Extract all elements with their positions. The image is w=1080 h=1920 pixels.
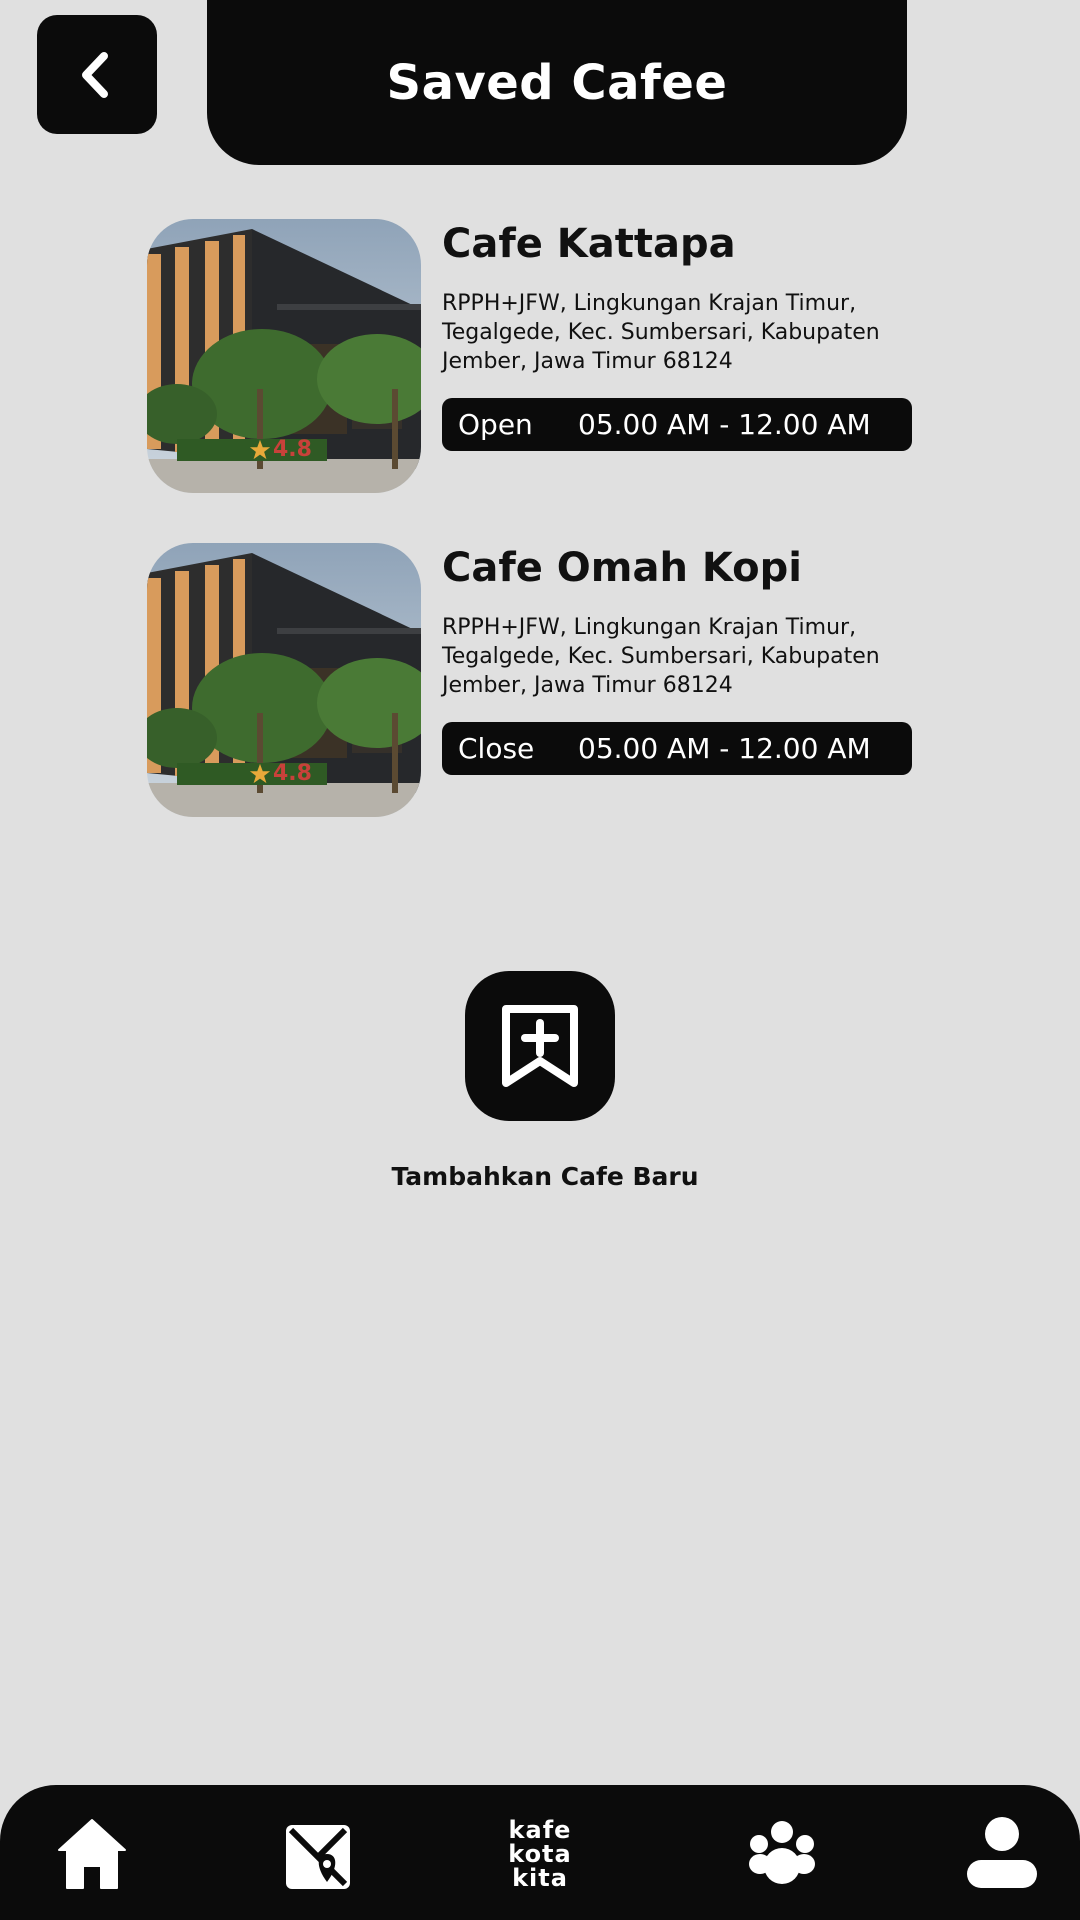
community-icon xyxy=(749,1821,815,1884)
rating-value: 4.8 xyxy=(273,761,312,786)
add-cafe-label: Tambahkan Cafe Baru xyxy=(391,1162,699,1191)
hours-range: 05.00 AM - 12.00 AM xyxy=(578,732,871,765)
nav-logo[interactable]: kafe kota kita xyxy=(500,1809,580,1899)
chevron-left-icon xyxy=(82,51,108,98)
profile-icon xyxy=(967,1817,1037,1888)
home-icon xyxy=(58,1819,126,1889)
back-button[interactable] xyxy=(37,15,157,134)
cafe-card[interactable]: 4.8 Cafe Omah Kopi RPPH+JFW, Lingkungan … xyxy=(147,543,917,818)
cafe-photo: 4.8 xyxy=(147,219,421,493)
nav-map[interactable] xyxy=(280,1819,356,1895)
cafe-name: Cafe Kattapa xyxy=(442,221,736,267)
nav-community[interactable] xyxy=(740,1813,824,1893)
add-cafe-button[interactable] xyxy=(465,971,615,1121)
cafe-photo: 4.8 xyxy=(147,543,421,817)
bookmark-plus-icon xyxy=(502,1005,578,1087)
open-status: Open xyxy=(458,408,533,441)
kafe-kota-kita-logo: kafe kota kita xyxy=(508,1816,572,1892)
nav-home[interactable] xyxy=(52,1813,132,1893)
star-icon xyxy=(249,439,271,459)
cafe-address: RPPH+JFW, Lingkungan Krajan Timur, Tegal… xyxy=(442,615,880,698)
star-icon xyxy=(249,763,271,783)
header-bar: Saved Cafee xyxy=(207,0,907,165)
nav-profile[interactable] xyxy=(962,1813,1042,1893)
bottom-navigation: kafe kota kita xyxy=(0,1785,1080,1920)
rating-value: 4.8 xyxy=(273,437,312,462)
cafe-rating: 4.8 xyxy=(249,761,312,786)
hours-range: 05.00 AM - 12.00 AM xyxy=(578,408,871,441)
cafe-name: Cafe Omah Kopi xyxy=(442,545,802,591)
opening-hours-badge: Open 05.00 AM - 12.00 AM xyxy=(442,398,912,451)
opening-hours-badge: Close 05.00 AM - 12.00 AM xyxy=(442,722,912,775)
cafe-rating: 4.8 xyxy=(249,437,312,462)
open-status: Close xyxy=(458,732,535,765)
cafe-card[interactable]: 4.8 Cafe Kattapa RPPH+JFW, Lingkungan Kr… xyxy=(147,219,917,494)
page-title: Saved Cafee xyxy=(386,54,728,111)
cafe-address: RPPH+JFW, Lingkungan Krajan Timur, Tegal… xyxy=(442,291,880,374)
map-icon xyxy=(286,1825,350,1889)
